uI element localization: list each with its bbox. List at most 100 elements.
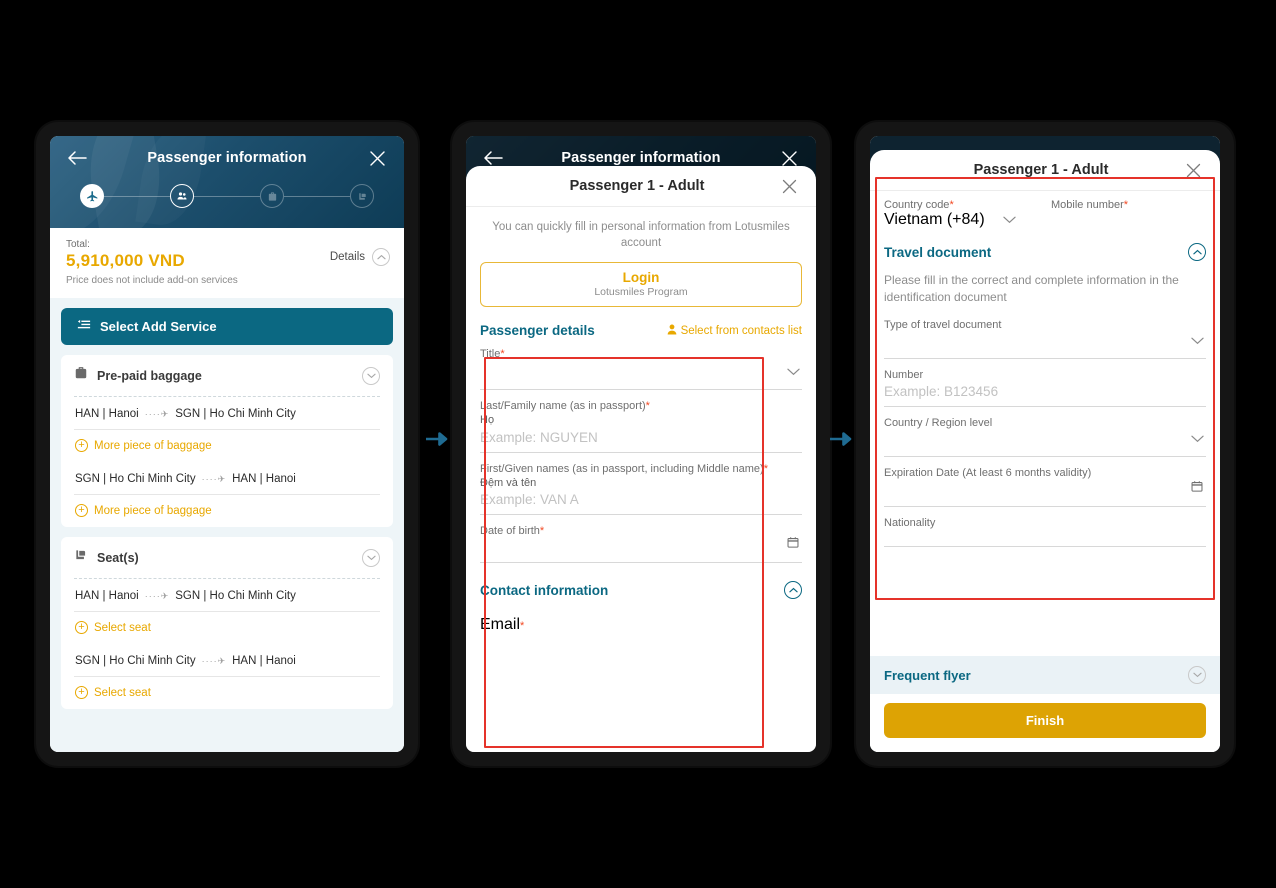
calendar-icon[interactable] — [1191, 479, 1203, 497]
close-icon[interactable] — [776, 145, 802, 171]
document-number-field[interactable]: Number Example: B123456 — [884, 359, 1206, 408]
add-baggage-link[interactable]: + More piece of baggage — [74, 430, 380, 462]
passenger-details-title: Passenger details — [480, 323, 595, 339]
dob-label-text: Date of birth — [480, 525, 540, 538]
back-button[interactable] — [64, 145, 90, 171]
screenshot-stage: Passenger information Total: 5,910,000 V… — [0, 0, 1276, 888]
last-name-label-text: Last/Family name (as in passport) — [480, 400, 646, 413]
country-code-label-text: Country code — [884, 199, 950, 211]
first-name-field[interactable]: First/Given names (as in passport, inclu… — [480, 453, 802, 516]
chevron-down-icon[interactable] — [1002, 211, 1016, 229]
passenger-details-section-header: Passenger details Select from contacts l… — [480, 323, 802, 338]
seats-card-header[interactable]: Seat(s) — [74, 537, 380, 578]
baggage-card-title: Pre-paid baggage — [97, 368, 202, 383]
route-plane-icon: ····✈ — [201, 473, 227, 484]
page-title: Passenger information — [147, 150, 307, 166]
progress-stepper — [50, 180, 404, 208]
seats-card: Seat(s) HAN | Hanoi ····✈ SGN | Ho Chi M… — [61, 537, 393, 709]
phone-mockup-2: Passenger information Passenger 1 - Adul… — [452, 122, 830, 766]
step-passengers-icon[interactable] — [170, 184, 194, 208]
contact-information-title: Contact information — [480, 582, 609, 598]
sheet-body: Country code* Vietnam (+84) Mobile numbe… — [870, 191, 1220, 656]
add-baggage-link[interactable]: + More piece of baggage — [74, 495, 380, 527]
close-icon[interactable] — [364, 145, 390, 171]
passenger-document-sheet: Passenger 1 - Adult Country code* Vietna… — [870, 150, 1220, 752]
country-code-field[interactable]: Country code* Vietnam (+84) — [884, 199, 1039, 229]
calendar-icon[interactable] — [787, 535, 799, 553]
chevron-up-icon[interactable] — [1188, 243, 1206, 261]
travel-document-help-text: Please fill in the correct and complete … — [884, 273, 1179, 304]
baggage-route-row: SGN | Ho Chi Minh City ····✈ HAN | Hanoi — [74, 462, 380, 495]
first-name-label-text: First/Given names (as in passport, inclu… — [480, 462, 764, 475]
back-button[interactable] — [480, 145, 506, 171]
route-to: HAN | Hanoi — [232, 655, 296, 667]
finish-button[interactable]: Finish — [884, 703, 1206, 738]
mobile-number-field[interactable]: Mobile number* — [1051, 199, 1206, 229]
close-icon[interactable] — [1180, 157, 1206, 183]
nationality-label: Nationality — [884, 517, 936, 530]
nationality-field[interactable]: Nationality — [884, 507, 1206, 548]
step-seat-icon[interactable] — [350, 184, 374, 208]
phone-1-screen: Passenger information Total: 5,910,000 V… — [50, 136, 404, 752]
details-toggle[interactable]: Details — [330, 248, 390, 266]
route-from: SGN | Ho Chi Minh City — [75, 473, 196, 485]
title-label-text: Title — [480, 348, 501, 361]
plus-icon: + — [75, 504, 88, 517]
travel-document-title: Travel document — [884, 244, 992, 260]
country-region-label: Country / Region level — [884, 417, 993, 430]
select-seat-link[interactable]: + Select seat — [74, 612, 380, 644]
chevron-down-icon[interactable] — [1188, 666, 1206, 684]
frequent-flyer-title: Frequent flyer — [884, 667, 971, 683]
email-field[interactable]: Email* — [480, 603, 802, 634]
last-name-placeholder: Example: NGUYEN — [480, 429, 598, 445]
sheet-title: Passenger 1 - Adult — [973, 162, 1109, 178]
date-of-birth-label: Date of birth* — [480, 524, 802, 538]
add-baggage-label: More piece of baggage — [94, 439, 212, 452]
date-of-birth-field[interactable]: Date of birth* — [480, 515, 802, 564]
route-to: HAN | Hanoi — [232, 473, 296, 485]
step-airplane-icon[interactable] — [80, 184, 104, 208]
required-marker: * — [645, 400, 650, 413]
lotusmiles-promo-text: You can quickly fill in personal informa… — [492, 221, 790, 249]
travel-document-section-header[interactable]: Travel document — [884, 229, 1206, 263]
select-add-service-button[interactable]: Select Add Service — [61, 308, 393, 345]
route-from: HAN | Hanoi — [75, 408, 139, 420]
last-name-field[interactable]: Last/Family name (as in passport)* Họ Ex… — [480, 390, 802, 453]
route-plane-icon: ····✈ — [144, 590, 170, 601]
contact-information-section-header[interactable]: Contact information — [480, 563, 802, 603]
mobile-number-label: Mobile number* — [1051, 199, 1206, 211]
lotusmiles-login-button[interactable]: Login Lotusmiles Program — [480, 262, 802, 308]
page-title-behind: Passenger information — [561, 150, 721, 166]
header-row: Passenger information — [50, 136, 404, 180]
document-number-label: Number — [884, 369, 924, 382]
sheet-header: Passenger 1 - Adult — [870, 150, 1220, 191]
select-seat-link[interactable]: + Select seat — [74, 677, 380, 709]
chevron-down-icon[interactable] — [787, 363, 800, 381]
phone-2-screen: Passenger information Passenger 1 - Adul… — [466, 136, 816, 752]
app-header: Passenger information — [50, 136, 404, 228]
first-name-placeholder: Example: VAN A — [480, 492, 579, 508]
sheet-body: You can quickly fill in personal informa… — [466, 207, 816, 752]
country-region-field[interactable]: Country / Region level — [884, 407, 1206, 458]
chevron-down-icon[interactable] — [362, 548, 380, 567]
baggage-card-header[interactable]: Pre-paid baggage — [74, 355, 380, 396]
header-row-behind: Passenger information — [466, 136, 816, 180]
email-label: Email* — [480, 616, 802, 634]
travel-document-type-field[interactable]: Type of travel document — [884, 309, 1206, 360]
frequent-flyer-section-header[interactable]: Frequent flyer — [870, 656, 1220, 694]
seat-route-row: SGN | Ho Chi Minh City ····✈ HAN | Hanoi — [74, 644, 380, 677]
login-label: Login — [622, 270, 660, 286]
login-sublabel: Lotusmiles Program — [594, 286, 688, 299]
chevron-up-icon[interactable] — [784, 581, 802, 600]
chevron-down-icon[interactable] — [1191, 332, 1204, 350]
chevron-down-icon[interactable] — [1191, 430, 1204, 448]
step-baggage-icon[interactable] — [260, 184, 284, 208]
last-name-sublabel: Họ — [480, 414, 495, 427]
route-from: SGN | Ho Chi Minh City — [75, 655, 196, 667]
select-from-contacts-link[interactable]: Select from contacts list — [667, 324, 802, 338]
title-field[interactable]: Title* — [480, 338, 802, 391]
chevron-down-icon[interactable] — [362, 366, 380, 385]
expiration-date-field[interactable]: Expiration Date (At least 6 months valid… — [884, 457, 1206, 508]
route-from: HAN | Hanoi — [75, 590, 139, 602]
phone-mockup-1: Passenger information Total: 5,910,000 V… — [36, 122, 418, 766]
